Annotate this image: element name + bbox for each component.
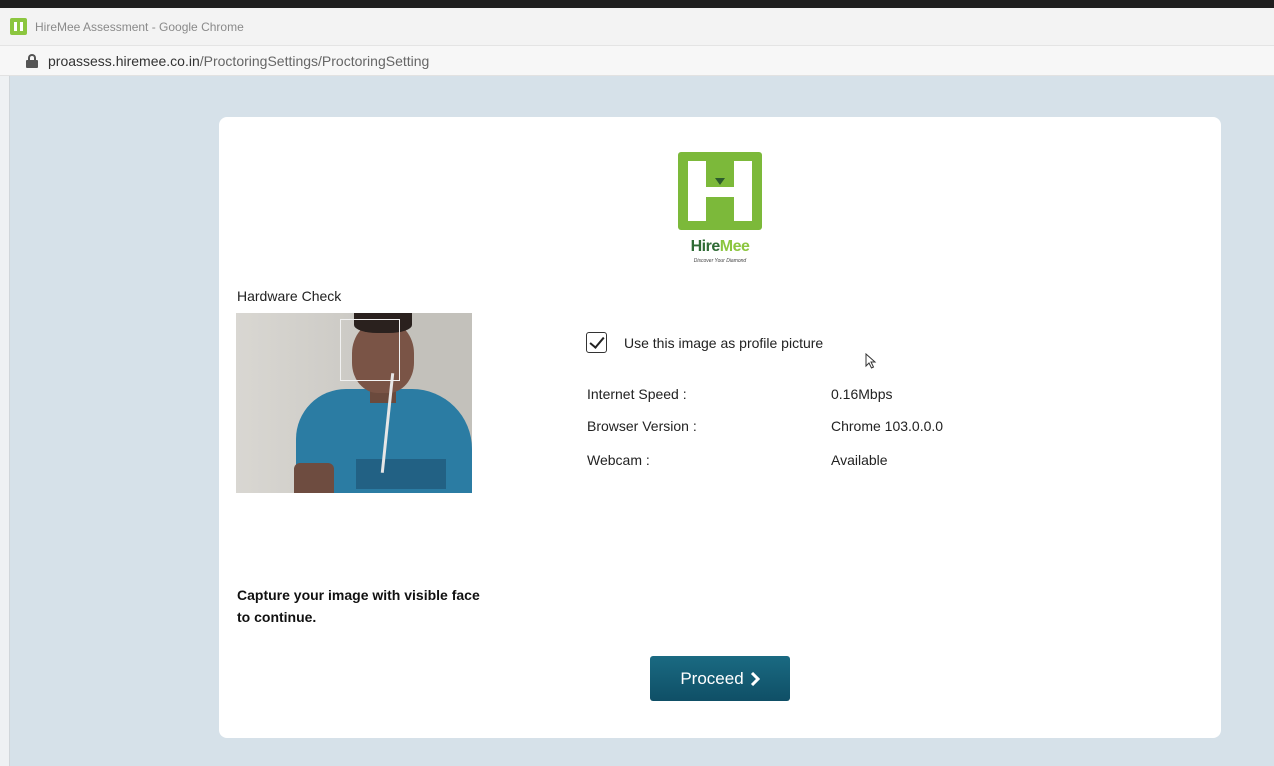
hiremee-app-icon [10,18,27,35]
window-titlebar: HireMee Assessment - Google Chrome [0,8,1274,46]
address-bar[interactable]: proassess.hiremee.co.in/ProctoringSettin… [0,46,1274,76]
webcam-label: Webcam : [587,452,650,468]
mouse-cursor-icon [865,353,877,369]
logo-wordmark: HireMee [690,238,750,255]
webcam-value: Available [831,452,888,468]
face-detection-box [340,319,400,381]
webcam-preview [236,313,472,493]
logo-tagline: Discover Your Diamond [693,258,747,264]
hiremee-logo [678,152,762,230]
window-top-edge [0,0,1274,8]
browser-version-value: Chrome 103.0.0.0 [831,418,944,434]
capture-instruction-line-2: to continue. [237,609,317,625]
lock-icon[interactable] [26,53,38,68]
chevron-right-icon [750,671,760,686]
browser-version-label: Browser Version : [587,418,697,434]
hardware-check-title: Hardware Check [237,288,342,304]
diamond-icon [715,178,725,185]
url-host: proassess.hiremee.co.in [48,52,200,69]
url-text[interactable]: proassess.hiremee.co.in/ProctoringSettin… [48,53,429,69]
capture-instruction: Capture your image with visible face to … [237,584,537,628]
internet-speed-label: Internet Speed : [587,386,687,402]
url-path: /ProctoringSettings/ProctoringSetting [199,52,430,69]
proceed-button-label: Proceed [680,668,744,688]
profile-picture-checkbox[interactable] [586,332,607,353]
window-title: HireMee Assessment - Google Chrome [35,19,244,34]
profile-picture-checkbox-label[interactable]: Use this image as profile picture [624,335,823,351]
internet-speed-value: 0.16Mbps [831,386,893,402]
capture-instruction-line-1: Capture your image with visible face [237,587,480,603]
hardware-check-card: HireMee Discover Your Diamond Hardware C… [219,117,1221,738]
proceed-button[interactable]: Proceed [650,656,790,701]
left-window-edge [0,76,10,766]
